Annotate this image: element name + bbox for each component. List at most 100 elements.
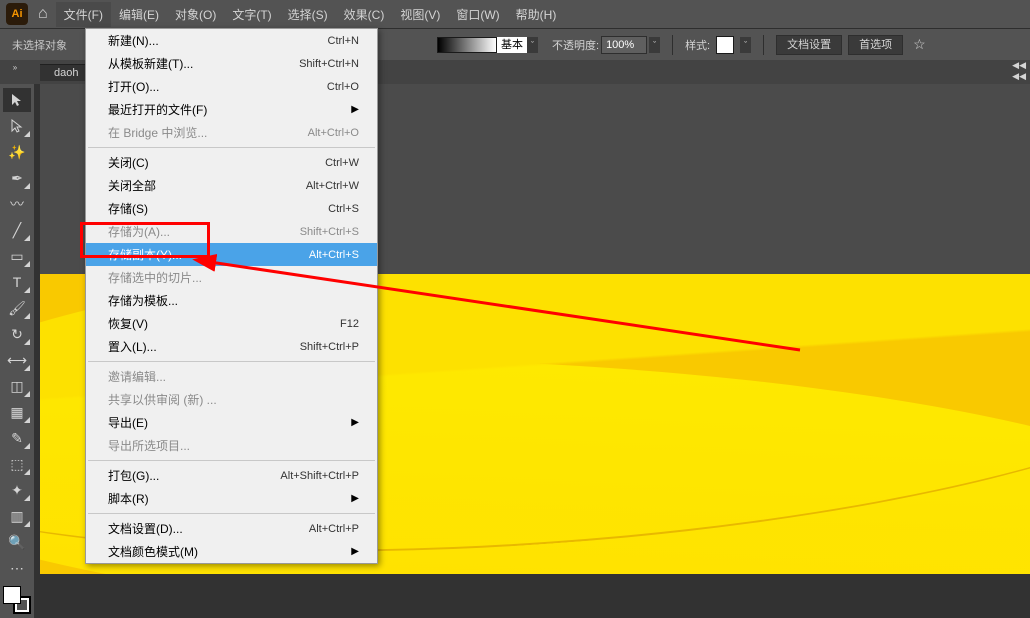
chevron-right-icon: ▶: [351, 493, 359, 504]
style-label: 样式:: [685, 37, 710, 53]
menu-item[interactable]: 新建(N)...Ctrl+N: [86, 29, 377, 52]
menu-item[interactable]: 恢复(V)F12: [86, 312, 377, 335]
menu-file[interactable]: 文件(F): [56, 2, 111, 27]
selection-status: 未选择对象: [8, 37, 71, 53]
pen-tool[interactable]: ✒: [3, 166, 31, 190]
menu-item-label: 新建(N)...: [108, 32, 159, 49]
menu-window[interactable]: 窗口(W): [448, 2, 507, 27]
panel-collapse-strip[interactable]: »: [0, 60, 30, 74]
pin-icon[interactable]: ☆: [913, 36, 926, 53]
menu-select[interactable]: 选择(S): [280, 2, 336, 27]
magic-wand-tool[interactable]: ✨: [3, 140, 31, 164]
fill-stroke-swatch[interactable]: [3, 586, 31, 614]
menu-item-label: 存储(S): [108, 200, 148, 217]
menu-item[interactable]: 存储为模板...: [86, 289, 377, 312]
menu-item: 在 Bridge 中浏览...Alt+Ctrl+O: [86, 121, 377, 144]
menu-item-label: 存储为模板...: [108, 292, 178, 309]
eyedropper-tool[interactable]: ✎: [3, 426, 31, 450]
menu-shortcut: Alt+Ctrl+O: [308, 127, 359, 139]
menu-item-label: 关闭全部: [108, 177, 156, 194]
blend-tool[interactable]: ⬚: [3, 452, 31, 476]
column-graph-tool[interactable]: ▥: [3, 504, 31, 528]
symbol-sprayer-tool[interactable]: ✦: [3, 478, 31, 502]
menu-shortcut: Shift+Ctrl+N: [299, 58, 359, 70]
paintbrush-tool[interactable]: 🖌: [3, 296, 31, 320]
chevron-down-icon[interactable]: ˇ: [740, 37, 751, 53]
opacity-input[interactable]: [601, 36, 647, 54]
gradient-tool[interactable]: ▦: [3, 400, 31, 424]
style-basic-label: 基本: [497, 37, 527, 53]
menu-shortcut: Shift+Ctrl+P: [300, 341, 359, 353]
menu-shortcut: Shift+Ctrl+S: [300, 226, 359, 238]
menu-item-label: 从模板新建(T)...: [108, 55, 193, 72]
line-tool[interactable]: ╱: [3, 218, 31, 242]
menubar: Ai ⌂ 文件(F) 编辑(E) 对象(O) 文字(T) 选择(S) 效果(C)…: [0, 0, 1030, 28]
menu-shortcut: Alt+Ctrl+P: [309, 523, 359, 535]
menu-item[interactable]: 打开(O)... Ctrl+O: [86, 75, 377, 98]
menu-item-label: 导出所选项目...: [108, 437, 190, 454]
style-swatch[interactable]: [716, 36, 734, 54]
opacity-label: 不透明度:: [552, 37, 599, 53]
menu-edit[interactable]: 编辑(E): [111, 2, 167, 27]
right-panel-chevrons[interactable]: ◀◀◀◀: [1012, 60, 1026, 82]
menu-item[interactable]: 打包(G)...Alt+Shift+Ctrl+P: [86, 464, 377, 487]
menu-shortcut: Alt+Ctrl+S: [309, 249, 359, 261]
menu-object[interactable]: 对象(O): [167, 2, 224, 27]
menu-shortcut: Ctrl+O: [327, 81, 359, 93]
selection-tool[interactable]: [3, 88, 31, 112]
zoom-tool[interactable]: 🔍: [3, 530, 31, 554]
menu-item[interactable]: 从模板新建(T)... Shift+Ctrl+N: [86, 52, 377, 75]
divider: [672, 35, 673, 55]
chevron-right-icon: ▶: [351, 104, 359, 115]
menu-item: 存储为(A)... Shift+Ctrl+S: [86, 220, 377, 243]
rotate-tool[interactable]: ↻: [3, 322, 31, 346]
menu-item-label: 存储选中的切片...: [108, 269, 202, 286]
rectangle-tool[interactable]: ▭: [3, 244, 31, 268]
menu-item[interactable]: 文档颜色模式(M)▶: [86, 540, 377, 563]
menu-item[interactable]: 置入(L)...Shift+Ctrl+P: [86, 335, 377, 358]
menu-help[interactable]: 帮助(H): [508, 2, 565, 27]
graphic-style-picker[interactable]: 基本 ˇ: [437, 37, 538, 53]
menu-effect[interactable]: 效果(C): [336, 2, 393, 27]
chevron-down-icon[interactable]: ˇ: [527, 37, 538, 53]
app-logo: Ai: [6, 3, 28, 25]
curvature-tool[interactable]: 〰: [3, 192, 31, 216]
direct-selection-tool[interactable]: [3, 114, 31, 138]
menu-item-label: 最近打开的文件(F): [108, 101, 207, 118]
width-tool[interactable]: ⟷: [3, 348, 31, 372]
menu-item-label: 存储为(A)...: [108, 223, 170, 240]
shape-builder-tool[interactable]: ◫: [3, 374, 31, 398]
menu-shortcut: Ctrl+W: [325, 157, 359, 169]
prefs-button[interactable]: 首选项: [848, 35, 903, 55]
menu-item-label: 恢复(V): [108, 315, 148, 332]
type-tool[interactable]: T: [3, 270, 31, 294]
menu-item[interactable]: 文档设置(D)...Alt+Ctrl+P: [86, 517, 377, 540]
menu-separator: [88, 460, 375, 461]
menu-item-label: 导出(E): [108, 414, 148, 431]
chevron-down-icon[interactable]: ˇ: [649, 37, 660, 53]
menu-separator: [88, 513, 375, 514]
more-tools[interactable]: ⋯: [3, 556, 31, 580]
fill-swatch: [3, 586, 21, 604]
menu-item: 导出所选项目...: [86, 434, 377, 457]
chevron-right-icon: ▶: [351, 417, 359, 428]
tool-palette: ✨ ✒ 〰 ╱ ▭ T 🖌 ↻ ⟷ ◫ ▦ ✎ ⬚ ✦ ▥ 🔍 ⋯: [0, 84, 34, 618]
menu-item[interactable]: 存储(S)Ctrl+S: [86, 197, 377, 220]
menu-item[interactable]: 存储副本(Y)... Alt+Ctrl+S: [86, 243, 377, 266]
menu-item[interactable]: 导出(E) ▶: [86, 411, 377, 434]
menu-item[interactable]: 关闭(C) Ctrl+W: [86, 151, 377, 174]
menu-item-label: 存储副本(Y)...: [108, 246, 182, 263]
menu-item-label: 关闭(C): [108, 154, 149, 171]
menu-type[interactable]: 文字(T): [224, 2, 279, 27]
menu-view[interactable]: 视图(V): [392, 2, 448, 27]
doc-setup-button[interactable]: 文档设置: [776, 35, 842, 55]
menu-item[interactable]: 脚本(R)▶: [86, 487, 377, 510]
menu-shortcut: Alt+Shift+Ctrl+P: [280, 470, 359, 482]
menu-item[interactable]: 关闭全部Alt+Ctrl+W: [86, 174, 377, 197]
home-icon[interactable]: ⌂: [38, 5, 48, 23]
menu-item-label: 打开(O)...: [108, 78, 159, 95]
menu-item: 邀请编辑...: [86, 365, 377, 388]
menu-item-label: 文档颜色模式(M): [108, 543, 198, 560]
style-gradient-icon: [437, 37, 497, 53]
menu-item[interactable]: 最近打开的文件(F) ▶: [86, 98, 377, 121]
